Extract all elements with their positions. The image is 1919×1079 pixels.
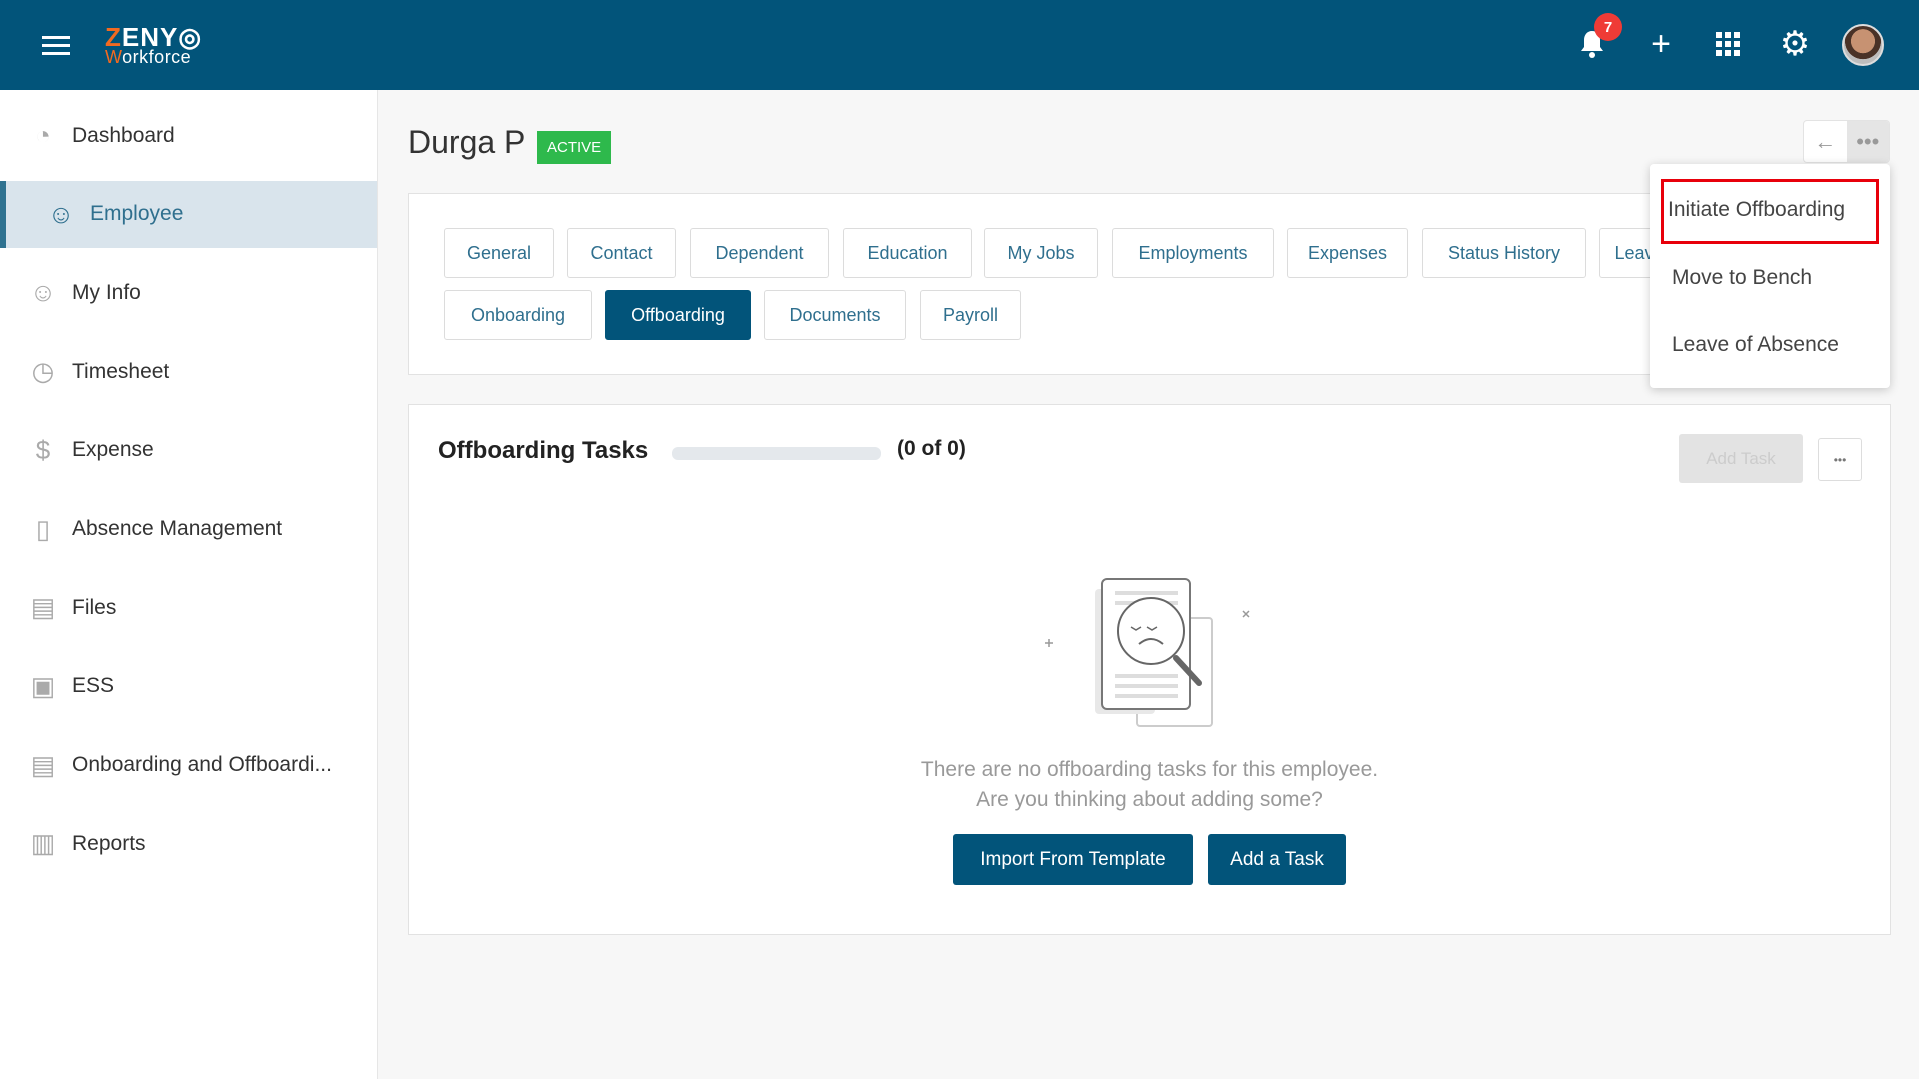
top-header: ZENY◎ Workforce 7 + ⚙: [0, 0, 1919, 90]
empty-state-message: There are no offboarding tasks for this …: [409, 755, 1890, 815]
tab-status-history[interactable]: Status History: [1422, 228, 1586, 278]
menu-item-move-to-bench[interactable]: Move to Bench: [1672, 266, 1812, 290]
sidebar: ◔ Dashboard ☺ Employee ☺ My Info ◷ Timesheet $ Ex…: [0, 90, 378, 1079]
sidebar-item-reports[interactable]: ▥ Reports: [0, 810, 377, 877]
sidebar-item-files[interactable]: ▤ Files: [0, 574, 377, 641]
empty-line-1: There are no offboarding tasks for this …: [920, 758, 1379, 781]
employee-name: Durga P: [408, 124, 526, 160]
more-options-button[interactable]: •••: [1846, 121, 1889, 162]
section-title: Offboarding Tasks: [438, 437, 649, 464]
sidebar-item-employee[interactable]: ☺ Employee: [0, 180, 377, 248]
sidebar-item-timesheet[interactable]: ◷ Timesheet: [0, 338, 377, 405]
avatar[interactable]: [1842, 24, 1884, 66]
empty-search-illustration: [1045, 578, 1250, 727]
sidebar-item-label: Timesheet: [72, 359, 170, 383]
sidebar-item-label: ESS: [72, 674, 115, 698]
gear-icon[interactable]: ⚙: [1775, 24, 1815, 64]
sidebar-item-label: Onboarding and Offboardi...: [72, 753, 332, 777]
tab-education[interactable]: Education: [843, 228, 972, 278]
hamburger-menu-icon[interactable]: [42, 36, 70, 56]
employee-icon: ☺: [47, 198, 75, 229]
tab-offboarding[interactable]: Offboarding: [605, 290, 751, 340]
id-card-icon: ▤: [30, 749, 56, 780]
sidebar-item-dashboard[interactable]: ◔ Dashboard: [0, 102, 377, 169]
tab-contact[interactable]: Contact: [567, 228, 676, 278]
add-task-button-disabled[interactable]: Add Task: [1679, 434, 1803, 483]
tab-general[interactable]: General: [444, 228, 554, 278]
tab-expenses[interactable]: Expenses: [1287, 228, 1408, 278]
notification-badge: 7: [1594, 13, 1622, 41]
offboarding-tasks-card: Offboarding Tasks (0 of 0) Add Task ••• …: [408, 404, 1891, 935]
more-options-menu: Initiate Offboarding Move to Bench Leave…: [1650, 164, 1890, 388]
header-actions: ← •••: [1803, 120, 1890, 163]
sidebar-item-label: Employee: [90, 202, 184, 226]
empty-line-2: Are you thinking about adding some?: [976, 788, 1323, 811]
money-icon: $: [35, 434, 51, 465]
sidebar-item-label: Reports: [72, 831, 146, 855]
tab-payroll[interactable]: Payroll: [920, 290, 1021, 340]
sidebar-item-label: My Info: [72, 280, 141, 304]
menu-item-leave-of-absence[interactable]: Leave of Absence: [1672, 333, 1839, 357]
tab-dependent[interactable]: Dependent: [690, 228, 829, 278]
sidebar-item-ess[interactable]: ▣ ESS: [0, 653, 377, 720]
import-from-template-button[interactable]: Import From Template: [953, 834, 1193, 885]
sidebar-item-label: Absence Management: [72, 517, 283, 540]
sidebar-item-label: Files: [72, 595, 117, 619]
menu-item-initiate-offboarding[interactable]: Initiate Offboarding: [1668, 198, 1845, 222]
add-a-task-button[interactable]: Add a Task: [1208, 834, 1346, 885]
sidebar-item-label: Dashboard: [72, 123, 175, 147]
plus-icon[interactable]: +: [1641, 24, 1681, 64]
status-badge: ACTIVE: [537, 131, 612, 164]
back-arrow-icon[interactable]: ←: [1804, 121, 1847, 162]
tasks-more-button[interactable]: •••: [1818, 438, 1862, 481]
sidebar-item-absence-management[interactable]: ▯ Absence Management: [0, 496, 377, 563]
tab-documents[interactable]: Documents: [764, 290, 906, 340]
tab-onboarding[interactable]: Onboarding: [444, 290, 592, 340]
progress-text: (0 of 0): [897, 437, 966, 460]
monitor-icon: ▣: [30, 670, 56, 701]
zeny-workforce-logo[interactable]: ZENY◎ Workforce: [105, 24, 202, 66]
sidebar-item-expense[interactable]: $ Expense: [0, 417, 377, 484]
progress-bar: [672, 447, 881, 460]
tab-my-jobs[interactable]: My Jobs: [984, 228, 1098, 278]
report-icon: ▥: [30, 828, 56, 859]
user-icon: ☺: [29, 277, 57, 308]
door-icon: ▯: [35, 513, 51, 544]
clock-icon: ◷: [31, 356, 55, 387]
pie-chart-icon: ◔: [35, 120, 51, 150]
sidebar-item-my-info[interactable]: ☺ My Info: [0, 259, 377, 326]
apps-grid-icon[interactable]: [1708, 24, 1748, 64]
tab-employments[interactable]: Employments: [1112, 228, 1274, 278]
sidebar-item-onboarding-and-offboardi[interactable]: ▤ Onboarding and Offboardi...: [0, 732, 377, 799]
file-icon: ▤: [30, 592, 56, 623]
sidebar-item-label: Expense: [72, 438, 154, 462]
